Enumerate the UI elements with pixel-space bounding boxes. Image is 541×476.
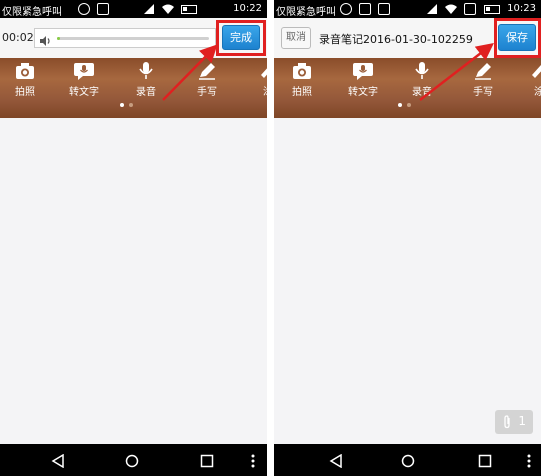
page-dot xyxy=(120,103,124,107)
toolbar-label-brush: 涂 xyxy=(534,87,541,98)
left-phone-screen: 仅限紧急呼叫 10:22 00:02 完成 拍照 转文字 录音 手写 xyxy=(0,0,267,476)
home-icon[interactable] xyxy=(125,454,139,468)
microphone-icon xyxy=(139,62,153,79)
note-content-area[interactable] xyxy=(0,118,267,444)
note-content-area[interactable]: 1 xyxy=(274,118,541,444)
cancel-button[interactable]: 取消 xyxy=(281,27,311,49)
sync-icon xyxy=(340,3,352,15)
page-indicator xyxy=(398,103,418,107)
toolbar-label-photo: 拍照 xyxy=(15,87,35,98)
carrier-text: 仅限紧急呼叫 xyxy=(276,7,336,18)
toolbar-item-photo[interactable]: 拍照 xyxy=(5,61,45,98)
toolbar-item-brush[interactable]: 涂 xyxy=(248,61,267,98)
highlight-box xyxy=(216,20,266,56)
microphone-icon xyxy=(415,62,429,79)
speech-to-text-icon xyxy=(353,63,373,80)
toolbar-item-record[interactable]: 录音 xyxy=(126,61,166,98)
speech-to-text-icon xyxy=(74,63,94,80)
page-indicator xyxy=(120,103,140,107)
toolbar-item-handwrite[interactable]: 手写 xyxy=(187,61,227,98)
recording-time: 00:02 xyxy=(2,31,34,44)
toolbar-item-speech-to-text[interactable]: 转文字 xyxy=(343,61,383,98)
playback-progress[interactable] xyxy=(57,37,209,40)
toolbar-label-photo: 拍照 xyxy=(292,87,312,98)
brush-icon xyxy=(261,68,267,78)
playback-progress-fill xyxy=(57,37,61,40)
page-dot xyxy=(398,103,402,107)
home-icon[interactable] xyxy=(401,454,415,468)
note-title[interactable]: 录音笔记2016-01-30-102259 xyxy=(319,31,473,47)
toolbar-label-brush: 涂 xyxy=(263,87,267,98)
status-icons xyxy=(340,3,394,15)
page-dot xyxy=(129,103,133,107)
sim-icon xyxy=(464,3,477,15)
highlight-box xyxy=(494,18,541,58)
clock: 10:22 xyxy=(233,3,262,14)
status-right-icons xyxy=(426,3,504,15)
audio-player[interactable] xyxy=(34,28,216,48)
pencil-icon xyxy=(475,63,491,80)
status-icons xyxy=(78,3,113,15)
menu-icon[interactable] xyxy=(250,454,256,468)
camera-icon xyxy=(293,63,311,79)
status-right-icons xyxy=(143,3,201,15)
status-bar: 仅限紧急呼叫 10:22 xyxy=(0,0,267,18)
android-nav-bar xyxy=(0,444,267,476)
camera-icon xyxy=(16,63,34,79)
toolbar-label-handwrite: 手写 xyxy=(473,87,493,98)
status-bar: 仅限紧急呼叫 10:23 xyxy=(274,0,541,18)
toolbar-item-handwrite[interactable]: 手写 xyxy=(463,61,503,98)
toolbar-label-record: 录音 xyxy=(136,87,156,98)
recents-icon[interactable] xyxy=(478,454,492,468)
toolbar-label-record: 录音 xyxy=(412,87,432,98)
page-dot xyxy=(407,103,411,107)
toolbar-item-record[interactable]: 录音 xyxy=(402,61,442,98)
toolbar-item-brush[interactable]: 涂 xyxy=(519,61,541,98)
volume-icon[interactable] xyxy=(39,32,51,46)
picture-icon xyxy=(97,3,110,15)
recents-icon[interactable] xyxy=(200,454,214,468)
menu-icon[interactable] xyxy=(526,454,532,468)
clock: 10:23 xyxy=(507,3,536,14)
toolbar-item-speech-to-text[interactable]: 转文字 xyxy=(64,61,104,98)
back-icon[interactable] xyxy=(329,454,343,468)
toolbar-item-photo[interactable]: 拍照 xyxy=(282,61,322,98)
battery-icon xyxy=(483,5,500,14)
picture-icon xyxy=(359,3,372,15)
attachment-badge[interactable]: 1 xyxy=(495,410,533,434)
right-phone-screen: 仅限紧急呼叫 10:23 取消 录音笔记2016-01-30-102259 保存 xyxy=(274,0,541,476)
app-notification-icon xyxy=(378,3,391,15)
back-icon[interactable] xyxy=(51,454,65,468)
toolbar-label-speech-to-text: 转文字 xyxy=(348,87,378,98)
note-toolbar: 拍照 转文字 录音 手写 涂 xyxy=(0,58,267,118)
sync-icon xyxy=(78,3,90,15)
android-nav-bar xyxy=(274,444,541,476)
note-toolbar: 拍照 转文字 录音 手写 涂 xyxy=(274,58,541,118)
battery-icon xyxy=(181,5,198,14)
toolbar-label-handwrite: 手写 xyxy=(197,87,217,98)
wifi-icon xyxy=(162,3,175,15)
wifi-icon xyxy=(445,3,458,15)
brush-icon xyxy=(532,65,541,78)
signal-icon xyxy=(426,3,438,15)
carrier-text: 仅限紧急呼叫 xyxy=(2,7,62,18)
pencil-icon xyxy=(199,63,215,80)
paperclip-icon xyxy=(504,415,510,429)
toolbar-label-speech-to-text: 转文字 xyxy=(69,87,99,98)
attachment-count: 1 xyxy=(518,414,526,428)
signal-icon xyxy=(143,3,155,15)
